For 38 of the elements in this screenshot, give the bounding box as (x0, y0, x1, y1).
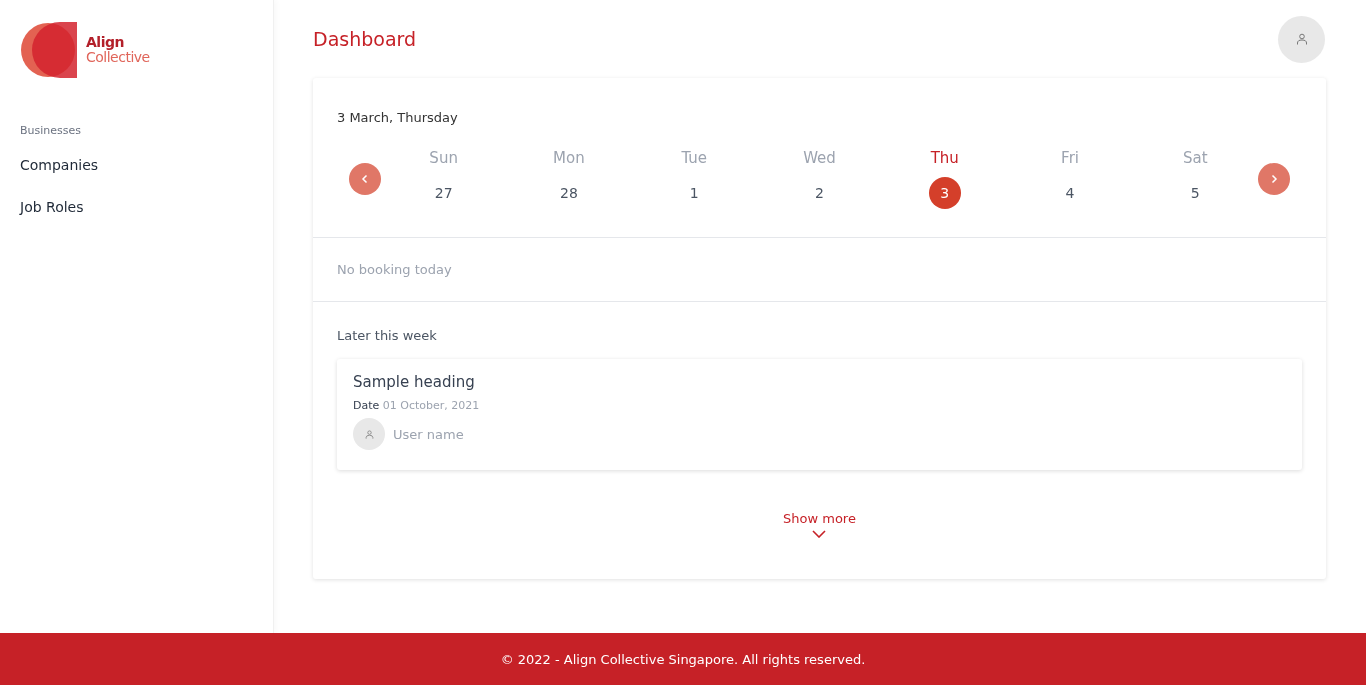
logo-icon (20, 22, 78, 78)
weekday-label: Fri (1061, 149, 1079, 167)
show-more-button[interactable]: Show more (777, 510, 862, 539)
chevron-right-icon (1269, 174, 1279, 184)
page-title: Dashboard (313, 28, 417, 50)
weekday-label: Sun (429, 149, 458, 167)
user-icon (364, 429, 374, 439)
previous-button[interactable] (349, 163, 381, 195)
weekday-label: Thu (930, 149, 959, 167)
sidebar-item[interactable]: Job Roles (20, 199, 273, 215)
section-title: Later this week (337, 328, 438, 343)
weekday-label: Wed (803, 149, 836, 167)
user-icon (1295, 33, 1308, 45)
booking-card[interactable]: Sample heading Date 01 October, 2021 User name (337, 359, 1302, 470)
weekday-label: Sat (1183, 149, 1208, 167)
booking-heading: Sample heading (353, 373, 476, 391)
section-label: Businesses (20, 124, 82, 137)
chevron-left-icon (360, 174, 370, 184)
date-label: 3 March, Thursday (337, 110, 459, 125)
day-button[interactable]: 28 (552, 177, 585, 209)
day-button[interactable]: 4 (1054, 177, 1087, 209)
weekday-label: Tue (681, 149, 707, 167)
day-button[interactable]: 5 (1179, 177, 1212, 209)
sidebar-item[interactable]: Companies (20, 157, 273, 173)
chevron-down-icon (812, 530, 827, 538)
booking-date: 01 October, 2021 (382, 399, 480, 412)
logo-wordmark: Align (86, 35, 124, 50)
empty-message: No booking today (337, 262, 453, 277)
day-button[interactable]: 1 (678, 177, 711, 209)
user-name: User name (393, 426, 464, 442)
date-label: Date (353, 399, 380, 412)
logo-subtitle: Collective (86, 50, 150, 65)
day-button[interactable]: 27 (427, 177, 460, 209)
day-button[interactable]: 3 (928, 177, 961, 209)
next-button[interactable] (1258, 163, 1290, 195)
day-button[interactable]: 2 (803, 177, 836, 209)
weekday-label: Mon (553, 149, 585, 167)
copyright-text: © 2022 - Align Collective Singapore. All rights reserved. (500, 651, 866, 667)
